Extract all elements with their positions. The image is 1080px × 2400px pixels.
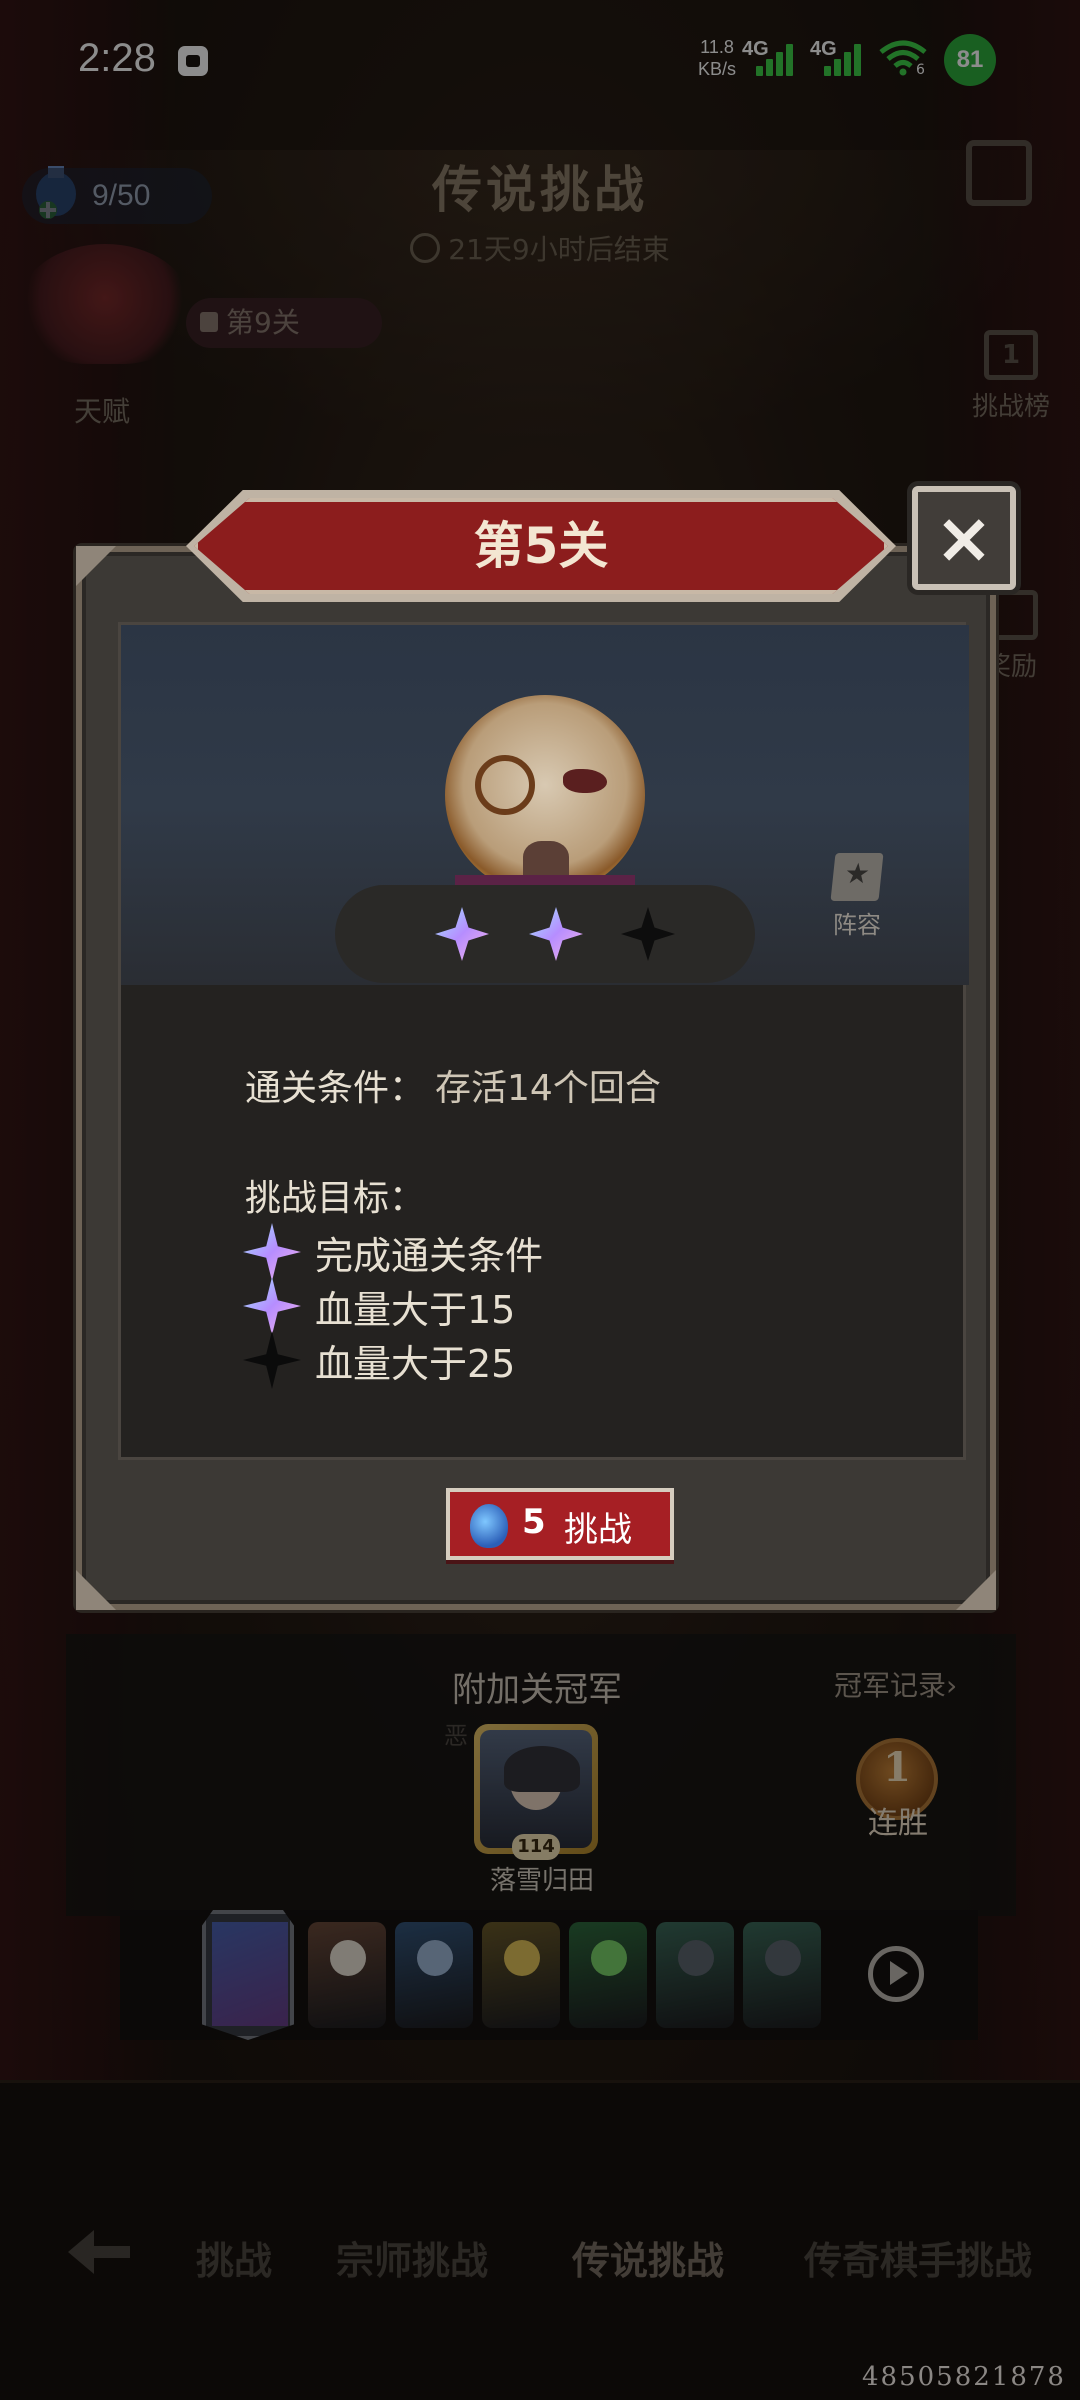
goal-star-icon bbox=[243, 1277, 301, 1335]
condition-value: 存活14个回合 bbox=[435, 1068, 661, 1109]
watermark-id: 48505821878 bbox=[862, 2362, 1066, 2392]
star-icon bbox=[529, 907, 583, 961]
close-icon: × bbox=[934, 497, 994, 579]
lineup-book-icon bbox=[830, 853, 884, 901]
challenge-button[interactable]: 5 挑战 bbox=[446, 1488, 674, 1560]
boss-portrait bbox=[445, 695, 645, 895]
lineup-label: 阵容 bbox=[833, 911, 881, 939]
star-icon bbox=[621, 907, 675, 961]
challenge-label: 挑战 bbox=[564, 1510, 632, 1550]
clear-condition: 通关条件： 存活14个回合 bbox=[245, 1059, 661, 1111]
stage-stars bbox=[335, 885, 755, 983]
challenge-cost: 5 bbox=[522, 1502, 546, 1542]
close-button[interactable]: × bbox=[912, 486, 1016, 590]
energy-potion-icon bbox=[470, 1504, 508, 1548]
game-screen: 2:28 11.8 KB/s 4G 4G 6 81 9/50 传说挑战 21天9… bbox=[0, 0, 1080, 2400]
star-icon bbox=[435, 907, 489, 961]
stage-dialog: 第5关 × 阵容 bbox=[76, 486, 1016, 1610]
goal-star-icon bbox=[243, 1331, 301, 1389]
stage-content: 阵容 通关条件：存活14个回合 挑战目标： 完成通关条件 血量大于15 血量大于… bbox=[118, 622, 969, 1460]
boss-panel: 阵容 bbox=[121, 625, 969, 985]
lineup-button[interactable]: 阵容 bbox=[817, 853, 897, 940]
goals-title: 挑战目标： bbox=[245, 1178, 426, 1219]
goal-star-icon bbox=[243, 1223, 301, 1281]
stage-title: 第5关 bbox=[473, 517, 609, 575]
condition-label: 通关条件： bbox=[245, 1068, 426, 1109]
stage-header: 第5关 bbox=[186, 490, 896, 602]
